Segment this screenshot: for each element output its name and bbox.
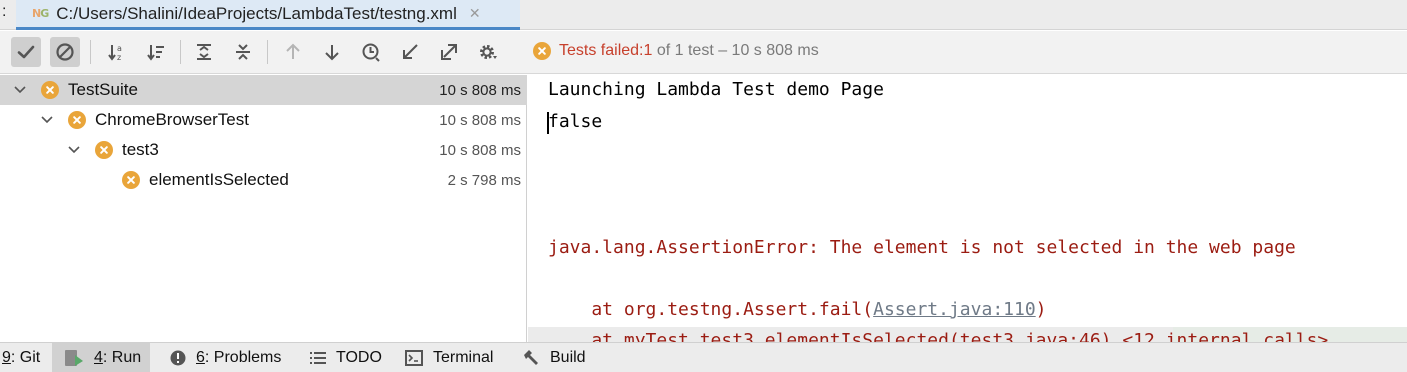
expand-all-icon <box>197 44 211 60</box>
sort-alphabetically-icon: az <box>108 44 122 62</box>
sort-by-duration-button[interactable] <box>141 37 171 67</box>
tree-row-label: TestSuite <box>68 80 138 99</box>
console-error-line: java.lang.AssertionError: The element is… <box>548 237 1296 258</box>
run-icon <box>64 349 84 367</box>
editor-tab-title: C:/Users/Shalini/IdeaProjects/LambdaTest… <box>56 3 457 23</box>
run-toolbar: az Tests failed: 1 of 1 test – 10 s 808 … <box>0 31 1407 74</box>
stack-trace-link[interactable]: Assert.java:110 <box>873 299 1036 320</box>
tool-window-problems[interactable]: 6: Problems <box>170 343 281 372</box>
console-line: false <box>548 111 603 132</box>
tool-window-todo[interactable]: TODO <box>310 343 382 372</box>
tree-row-duration: 10 s 808 ms <box>439 82 521 99</box>
editor-tab-strip: : NG C:/Users/Shalini/IdeaProjects/Lambd… <box>0 0 1407 30</box>
settings-button[interactable] <box>473 37 503 67</box>
text-caret <box>547 112 549 134</box>
tool-window-terminal[interactable]: Terminal <box>405 343 493 372</box>
console-stack-line: at org.testng.Assert.fail(Assert.java:11… <box>548 299 1047 320</box>
test-status-summary: Tests failed: 1 of 1 test – 10 s 808 ms <box>533 42 819 60</box>
chevron-down-icon[interactable] <box>40 113 54 127</box>
expand-all-button[interactable] <box>189 37 219 67</box>
tool-window-label: Terminal <box>433 349 494 366</box>
problems-icon <box>170 350 186 366</box>
checkmark-icon <box>17 45 35 59</box>
tree-row-test3[interactable]: test3 10 s 808 ms <box>0 135 527 165</box>
chevron-down-icon[interactable] <box>67 143 81 157</box>
history-clock-icon <box>362 43 380 62</box>
tree-row-chromebrowsertest[interactable]: ChromeBrowserTest 10 s 808 ms <box>0 105 527 135</box>
tool-window-label: TODO <box>336 349 382 366</box>
chevron-down-icon[interactable] <box>13 83 27 97</box>
ignored-circle-icon <box>56 43 74 61</box>
sort-alphabetically-button[interactable]: az <box>102 37 132 67</box>
todo-list-icon <box>310 351 326 365</box>
show-ignored-button[interactable] <box>50 37 80 67</box>
toolbar-separator <box>267 40 268 64</box>
svg-text:z: z <box>117 53 121 62</box>
testng-file-icon: NG <box>32 7 49 20</box>
console-line: Launching Lambda Test demo Page <box>548 79 884 100</box>
next-failed-test-button[interactable] <box>317 37 347 67</box>
status-failed-label: Tests failed: <box>559 42 644 59</box>
hammer-icon <box>522 349 540 367</box>
tool-window-label: : Run <box>102 349 142 366</box>
arrow-up-icon <box>286 43 300 59</box>
collapse-all-icon <box>236 44 250 60</box>
tree-row-label: test3 <box>122 140 159 159</box>
import-tests-button[interactable] <box>395 37 425 67</box>
export-tests-button[interactable] <box>434 37 464 67</box>
tree-row-elementisselected[interactable]: elementIsSelected 2 s 798 ms <box>0 165 527 195</box>
failed-status-icon <box>122 171 140 189</box>
test-history-button[interactable] <box>356 37 386 67</box>
test-results-tree: TestSuite 10 s 808 ms ChromeBrowserTest … <box>0 75 527 342</box>
mnemonic: 4 <box>94 349 103 366</box>
collapse-all-button[interactable] <box>228 37 258 67</box>
editor-tab-testng-xml[interactable]: NG C:/Users/Shalini/IdeaProjects/LambdaT… <box>16 0 520 30</box>
tool-window-run[interactable]: 4: Run <box>52 343 150 372</box>
tool-window-bar: 9: Git 4: Run 6: Problems TODO Terminal … <box>0 342 1407 372</box>
svg-text:a: a <box>117 44 122 53</box>
toolbar-separator <box>180 40 181 64</box>
previous-failed-test-button[interactable] <box>278 37 308 67</box>
console-stack-line-cut: at myTest.test3.elementIsSelected(test3.… <box>548 330 1329 342</box>
failed-status-icon <box>41 81 59 99</box>
toolbar-separator <box>90 40 91 64</box>
failed-status-icon <box>68 111 86 129</box>
mnemonic: 6 <box>196 349 205 366</box>
show-passed-button[interactable] <box>11 37 41 67</box>
tool-window-label: : Problems <box>204 349 282 366</box>
sort-by-duration-icon <box>147 45 164 61</box>
failed-status-icon <box>533 42 551 60</box>
status-details: of 1 test – 10 s 808 ms <box>652 42 819 59</box>
mnemonic: 9 <box>2 349 11 366</box>
tree-row-label: ChromeBrowserTest <box>95 110 249 129</box>
tree-row-duration: 10 s 808 ms <box>439 112 521 129</box>
tree-row-testsuite[interactable]: TestSuite 10 s 808 ms <box>0 75 527 105</box>
tree-row-duration: 10 s 808 ms <box>439 142 521 159</box>
close-icon[interactable]: ✕ <box>469 5 481 22</box>
terminal-icon <box>405 350 423 366</box>
import-arrow-icon <box>403 44 418 59</box>
export-arrow-icon <box>441 44 457 60</box>
tab-strip-colon: : <box>2 3 7 20</box>
tool-window-build[interactable]: Build <box>522 343 586 372</box>
failed-status-icon <box>95 141 113 159</box>
tool-window-label: : Git <box>10 349 41 366</box>
tree-row-duration: 2 s 798 ms <box>447 172 521 189</box>
tool-window-label: Build <box>550 349 586 366</box>
status-failed-count: 1 <box>643 42 653 59</box>
console-output[interactable]: Launching Lambda Test demo Page false ja… <box>528 75 1407 342</box>
gear-icon <box>480 45 497 59</box>
arrow-down-icon <box>325 45 339 61</box>
tree-row-label: elementIsSelected <box>149 170 289 189</box>
tool-window-git[interactable]: 9: Git <box>2 343 40 372</box>
